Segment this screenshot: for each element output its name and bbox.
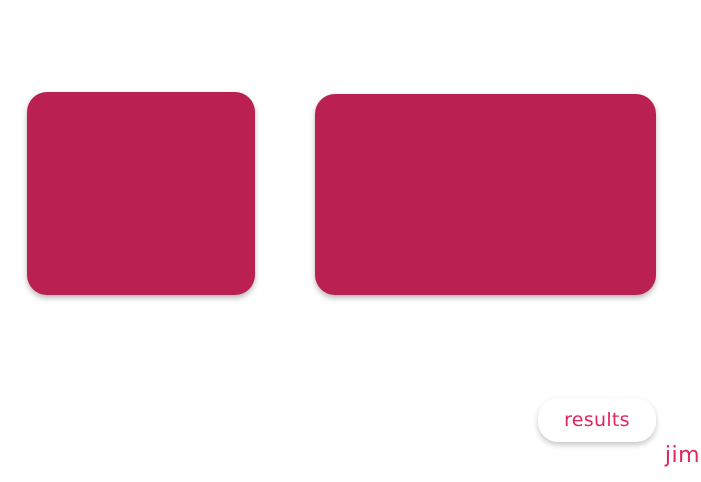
results-button[interactable]: results <box>538 398 656 442</box>
user-name: jim <box>664 443 700 468</box>
app-stage: results jim <box>0 0 701 482</box>
choice-card-left[interactable] <box>27 92 255 295</box>
choice-card-right[interactable] <box>315 94 656 295</box>
results-button-label: results <box>564 409 630 431</box>
